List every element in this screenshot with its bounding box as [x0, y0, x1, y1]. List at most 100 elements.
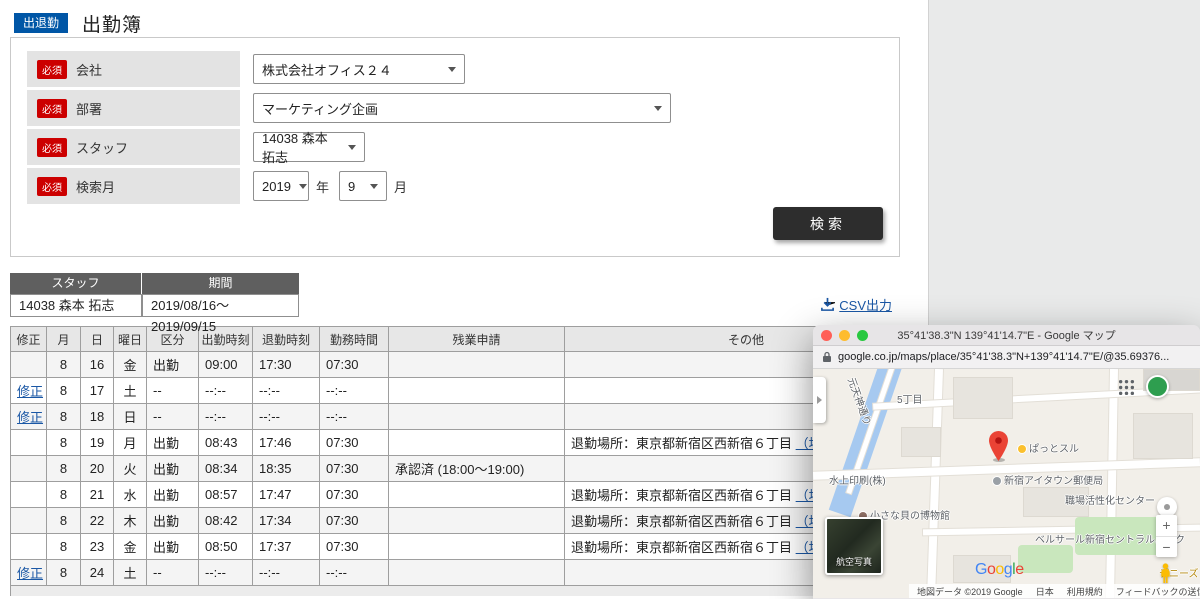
table-row: 8 23 金 出勤 08:50 17:37 07:30 退勤場所：東京都新宿区西… — [11, 534, 928, 560]
cell-clock-in: --:-- — [199, 404, 253, 430]
cell-hours: --:-- — [320, 404, 389, 430]
staff-select-value: 14038 森本 拓志 — [262, 128, 340, 166]
edit-link[interactable]: 修正 — [17, 384, 43, 399]
search-form: 必須 会社 株式会社オフィス２４ 必須 部署 マーケティング企画 必須 スタッフ… — [10, 37, 900, 257]
checkout-location-text: 退勤場所：東京都新宿区西新宿６丁目 — [571, 436, 792, 451]
edit-link[interactable]: 修正 — [17, 566, 43, 581]
window-titlebar[interactable]: 35°41'38.3"N 139°41'14.7"E - Google マップ — [813, 325, 1200, 346]
year-select[interactable]: 2019 — [253, 171, 309, 201]
download-icon — [820, 297, 835, 312]
google-apps-icon[interactable] — [1118, 379, 1135, 401]
cell-weekday: 土 — [114, 560, 147, 586]
search-button[interactable]: 検索 — [773, 207, 883, 240]
cell-month: 8 — [47, 482, 81, 508]
my-location-button[interactable] — [1157, 497, 1177, 517]
required-badge: 必須 — [37, 177, 67, 196]
cell-category: 出勤 — [147, 352, 199, 378]
cell-category: -- — [147, 560, 199, 586]
fullscreen-button[interactable] — [857, 330, 868, 341]
cell-clock-out: --:-- — [253, 560, 320, 586]
cell-category: 出勤 — [147, 534, 199, 560]
month-select[interactable]: 9 — [339, 171, 387, 201]
cell-overtime — [389, 430, 565, 456]
cell-overtime: 承認済 (18:00〜19:00) — [389, 456, 565, 482]
cell-clock-in: 08:50 — [199, 534, 253, 560]
map-poi-label[interactable]: 職場活性化センター — [1065, 492, 1155, 507]
column-header: 退勤時刻 — [253, 327, 320, 352]
required-badge: 必須 — [37, 99, 67, 118]
cell-edit — [11, 482, 47, 508]
cell-overtime — [389, 508, 565, 534]
map-poi-label[interactable]: 新宿アイタウン郵便局 — [993, 472, 1103, 487]
location-pin[interactable] — [989, 431, 1008, 466]
csv-export-link[interactable]: CSV出力 — [839, 295, 892, 314]
month-select-value: 9 — [348, 179, 355, 194]
form-row-staff: 必須 スタッフ 14038 森本 拓志 — [27, 129, 883, 165]
table-row: 8 20 火 出勤 08:34 18:35 07:30 承認済 (18:00〜1… — [11, 456, 928, 482]
cell-weekday: 土 — [114, 378, 147, 404]
cell-hours: 07:30 — [320, 508, 389, 534]
cell-clock-out: 17:37 — [253, 534, 320, 560]
edit-link[interactable]: 修正 — [17, 410, 43, 425]
cell-clock-in: --:-- — [199, 560, 253, 586]
table-row: 8 19 月 出勤 08:43 17:46 07:30 退勤場所：東京都新宿区西… — [11, 430, 928, 456]
cell-hours: 07:30 — [320, 534, 389, 560]
column-header: 月 — [47, 327, 81, 352]
zoom-out-button[interactable]: − — [1156, 536, 1177, 557]
month-unit-label: 月 — [394, 177, 407, 196]
satellite-view-toggle[interactable]: 航空写真 — [825, 517, 883, 575]
table-row: 修正 8 24 土 -- --:-- --:-- --:-- — [11, 560, 928, 586]
cell-overtime — [389, 378, 565, 404]
cell-day: 21 — [81, 482, 114, 508]
checkout-location-text: 退勤場所：東京都新宿区西新宿６丁目 — [571, 514, 792, 529]
column-header: 残業申請 — [389, 327, 565, 352]
year-select-value: 2019 — [262, 179, 291, 194]
minimize-button[interactable] — [839, 330, 850, 341]
building-block — [953, 377, 1013, 419]
map-data-credit: 地図データ ©2019 Google — [917, 585, 1023, 598]
cell-edit — [11, 456, 47, 482]
cell-clock-out: 17:47 — [253, 482, 320, 508]
close-button[interactable] — [821, 330, 832, 341]
staff-select[interactable]: 14038 森本 拓志 — [253, 132, 365, 162]
zoom-controls: + − — [1156, 515, 1177, 557]
cell-clock-in: 08:57 — [199, 482, 253, 508]
cell-edit — [11, 352, 47, 378]
map-canvas[interactable]: 5丁目 元天神通り ぱっとスル 新宿アイタウン郵便局 水 — [813, 369, 1200, 598]
summary-period-value: 2019/08/16〜2019/09/15 — [142, 294, 299, 317]
cell-edit: 修正 — [11, 378, 47, 404]
building-block — [901, 427, 941, 457]
map-attribution-bar: 地図データ ©2019 Google 日本 利用規約 フィードバックの送信 10… — [909, 584, 1200, 598]
feedback-link[interactable]: フィードバックの送信 — [1116, 585, 1200, 598]
department-select-value: マーケティング企画 — [262, 99, 378, 118]
attendance-body: 8 16 金 出勤 09:00 17:30 07:30 修正 8 — [11, 352, 928, 586]
nav-badge-clock-in-out[interactable]: 出退勤 — [14, 13, 68, 33]
panel-expand-button[interactable] — [813, 377, 826, 423]
account-avatar[interactable] — [1146, 375, 1169, 398]
checkout-location-text: 退勤場所：東京都新宿区西新宿６丁目 — [571, 540, 792, 555]
cell-day: 19 — [81, 430, 114, 456]
cell-hours: 07:30 — [320, 430, 389, 456]
map-poi-label[interactable]: ぱっとスル — [1018, 440, 1079, 455]
cell-weekday: 木 — [114, 508, 147, 534]
column-header: 曜日 — [114, 327, 147, 352]
cell-month: 8 — [47, 430, 81, 456]
region-label: 日本 — [1036, 585, 1054, 598]
department-select[interactable]: マーケティング企画 — [253, 93, 671, 123]
address-bar[interactable]: google.co.jp/maps/place/35°41'38.3"N+139… — [813, 346, 1200, 369]
cell-clock-out: --:-- — [253, 404, 320, 430]
csv-export[interactable]: CSV出力 — [820, 295, 892, 317]
company-select[interactable]: 株式会社オフィス２４ — [253, 54, 465, 84]
window-title: 35°41'38.3"N 139°41'14.7"E - Google マップ — [813, 327, 1200, 343]
map-poi-label[interactable]: 水上印刷(株) — [829, 472, 886, 487]
cell-clock-in: 08:43 — [199, 430, 253, 456]
terms-link[interactable]: 利用規約 — [1067, 585, 1103, 598]
cell-day: 23 — [81, 534, 114, 560]
cell-clock-out: 17:30 — [253, 352, 320, 378]
lock-icon — [822, 351, 832, 363]
cell-day: 16 — [81, 352, 114, 378]
cell-day: 22 — [81, 508, 114, 534]
map-poi-label[interactable]: 5丁目 — [897, 391, 923, 406]
zoom-in-button[interactable]: + — [1156, 515, 1177, 536]
cell-weekday: 火 — [114, 456, 147, 482]
